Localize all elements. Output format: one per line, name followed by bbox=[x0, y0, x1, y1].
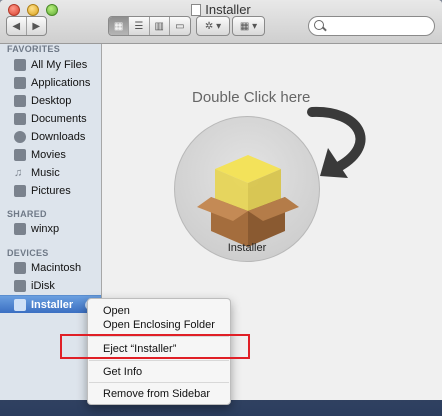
hint-text: Double Click here bbox=[192, 89, 311, 106]
sidebar-item-documents[interactable]: Documents bbox=[0, 110, 101, 128]
installer-package[interactable] bbox=[174, 116, 320, 262]
sidebar-item-winxp[interactable]: winxp bbox=[0, 220, 101, 238]
sidebar-item-applications[interactable]: Applications bbox=[0, 74, 101, 92]
sidebar-item-macintosh[interactable]: Macintosh bbox=[0, 259, 101, 277]
documents-icon bbox=[14, 113, 26, 125]
arrange-menu: ▦ ▾ bbox=[232, 16, 265, 36]
view-buttons: ▦ ☰ ▥ ▭ bbox=[108, 16, 191, 36]
music-icon: ♫ bbox=[14, 167, 23, 179]
hard-drive-icon bbox=[14, 262, 26, 274]
sidebar-item-installer[interactable]: Installer bbox=[0, 295, 101, 313]
devices-header: DEVICES bbox=[7, 248, 49, 258]
back-arrow-icon[interactable]: ◀ bbox=[7, 17, 27, 35]
favorites-header: FAVORITES bbox=[7, 44, 61, 54]
movies-icon bbox=[14, 149, 26, 161]
menu-item-open[interactable]: Open bbox=[103, 305, 130, 317]
downloads-icon bbox=[14, 131, 26, 143]
search-input[interactable] bbox=[308, 16, 435, 36]
column-view-icon[interactable]: ▥ bbox=[150, 17, 170, 35]
icon-view-icon[interactable]: ▦ bbox=[109, 17, 130, 35]
sidebar-item-all-my-files[interactable]: All My Files bbox=[0, 56, 101, 74]
highlight-box bbox=[60, 334, 250, 359]
coverflow-view-icon[interactable]: ▭ bbox=[170, 17, 190, 35]
idisk-icon bbox=[14, 280, 26, 292]
menu-item-remove-from-sidebar[interactable]: Remove from Sidebar bbox=[103, 388, 210, 400]
sidebar-item-downloads[interactable]: Downloads bbox=[0, 128, 101, 146]
applications-icon bbox=[14, 77, 26, 89]
sidebar-item-music[interactable]: ♫ Music bbox=[0, 164, 101, 182]
document-icon bbox=[191, 4, 202, 16]
disk-image-icon bbox=[14, 298, 26, 311]
sidebar-item-pictures[interactable]: Pictures bbox=[0, 182, 101, 200]
forward-arrow-icon[interactable]: ▶ bbox=[27, 17, 46, 35]
window-title: Installer bbox=[0, 2, 442, 17]
menu-item-open-enclosing-folder[interactable]: Open Enclosing Folder bbox=[103, 319, 215, 331]
menu-separator bbox=[89, 360, 229, 361]
package-label: Installer bbox=[227, 242, 267, 254]
navigation-buttons: ◀ ▶ bbox=[6, 16, 47, 36]
toolbar: Installer ◀ ▶ ▦ ☰ ▥ ▭ ✲ ▾ ▦ ▾ bbox=[0, 0, 442, 44]
gear-icon[interactable]: ✲ ▾ bbox=[197, 17, 229, 35]
search-icon bbox=[314, 20, 324, 30]
action-menu: ✲ ▾ bbox=[196, 16, 230, 36]
shared-header: SHARED bbox=[7, 209, 47, 219]
menu-item-get-info[interactable]: Get Info bbox=[103, 366, 142, 378]
network-computer-icon bbox=[14, 223, 26, 235]
all-files-icon bbox=[14, 59, 26, 71]
list-view-icon[interactable]: ☰ bbox=[129, 17, 150, 35]
menu-separator bbox=[89, 382, 229, 383]
desktop-icon bbox=[14, 95, 26, 107]
sidebar-item-movies[interactable]: Movies bbox=[0, 146, 101, 164]
arrange-grid-icon[interactable]: ▦ ▾ bbox=[233, 17, 264, 35]
pictures-icon bbox=[14, 185, 26, 197]
sidebar-item-desktop[interactable]: Desktop bbox=[0, 92, 101, 110]
sidebar-item-idisk[interactable]: iDisk bbox=[0, 277, 101, 295]
